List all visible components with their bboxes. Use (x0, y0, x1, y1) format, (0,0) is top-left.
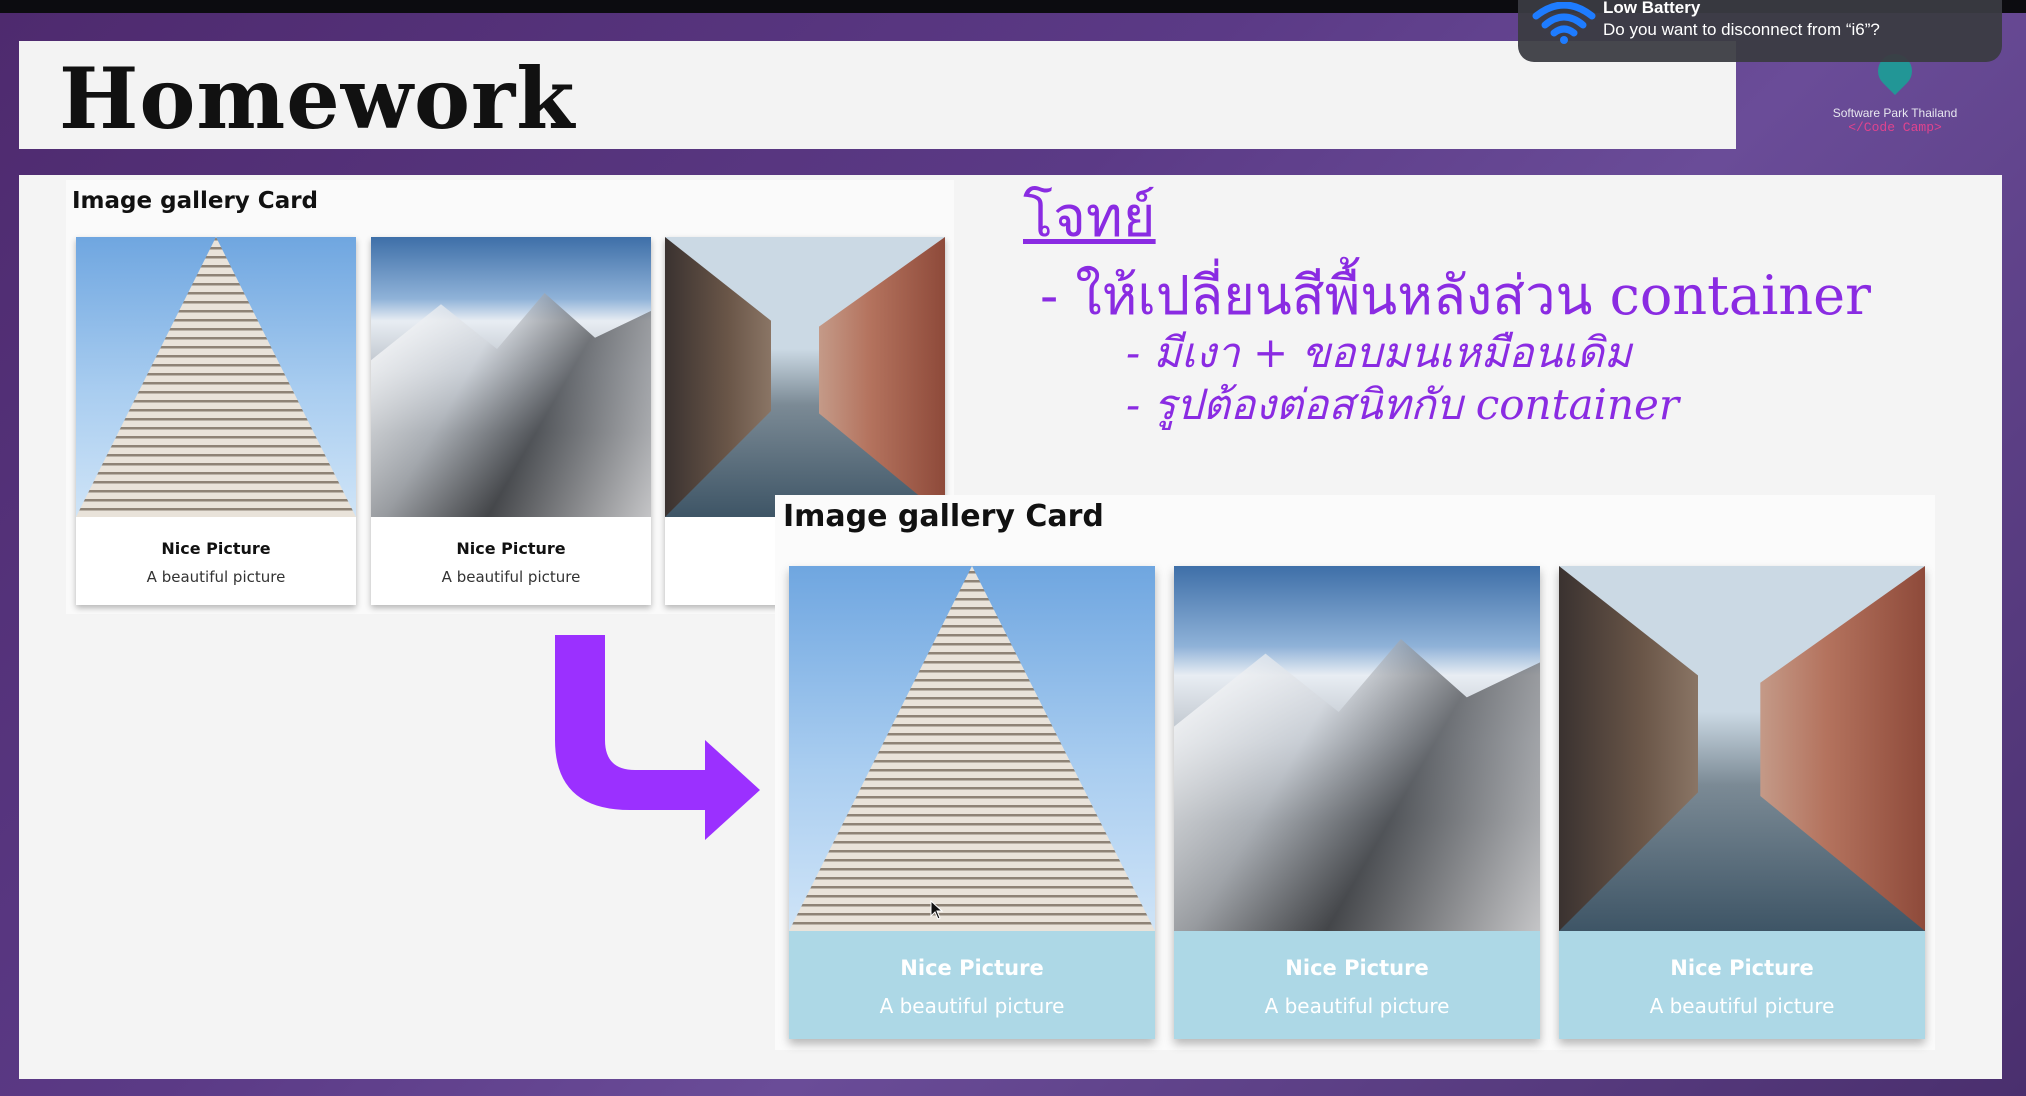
street-photo (665, 237, 945, 517)
mountain-photo (1174, 566, 1540, 931)
gallery-card: Nice Picture A beautiful picture (371, 237, 651, 605)
card-title: Nice Picture (161, 539, 271, 558)
gallery-title: Image gallery Card (72, 188, 319, 214)
card-title: Nice Picture (1670, 956, 1814, 980)
slide-title-bar: Homework (19, 41, 1736, 149)
notification-message: Do you want to disconnect from “i6”? (1603, 20, 1880, 39)
mountain-photo (371, 237, 651, 517)
notes-line-3: - รูปต้องต่อสนิทกับ container (1126, 380, 1679, 429)
building-photo (789, 566, 1155, 931)
brand-name: Software Park Thailand (1832, 106, 1958, 120)
arrow-icon (555, 635, 760, 840)
notes-heading: โจทย์ (1023, 185, 1156, 250)
wifi-icon (1532, 2, 1596, 44)
low-battery-notification[interactable]: Low Battery Do you want to disconnect fr… (1518, 0, 2002, 62)
card-subtitle: A beautiful picture (146, 568, 286, 586)
brand-camp: </Code Camp> (1848, 120, 1942, 135)
gallery-card: Nice Picture A beautiful picture (789, 566, 1155, 1039)
slide-title: Homework (59, 49, 576, 148)
card-subtitle: A beautiful picture (441, 568, 581, 586)
gallery-after: Image gallery Card Nice Picture A beauti… (775, 495, 1935, 1050)
building-photo (76, 237, 356, 517)
notification-title: Low Battery (1603, 0, 1701, 17)
gallery-title: Image gallery Card (783, 499, 1104, 534)
gallery-card: Nice Picture A beautiful picture (76, 237, 356, 605)
card-title: Nice Picture (900, 956, 1044, 980)
card-subtitle: A beautiful picture (1649, 994, 1835, 1018)
card-title: Nice Picture (456, 539, 566, 558)
card-subtitle: A beautiful picture (879, 994, 1065, 1018)
mouse-cursor-icon (930, 900, 944, 920)
street-photo (1559, 566, 1925, 931)
card-title: Nice Picture (1285, 956, 1429, 980)
gallery-card: Nice Picture A beautiful picture (1174, 566, 1540, 1039)
card-subtitle: A beautiful picture (1264, 994, 1450, 1018)
gallery-card: Nice Picture A beautiful picture (1559, 566, 1925, 1039)
